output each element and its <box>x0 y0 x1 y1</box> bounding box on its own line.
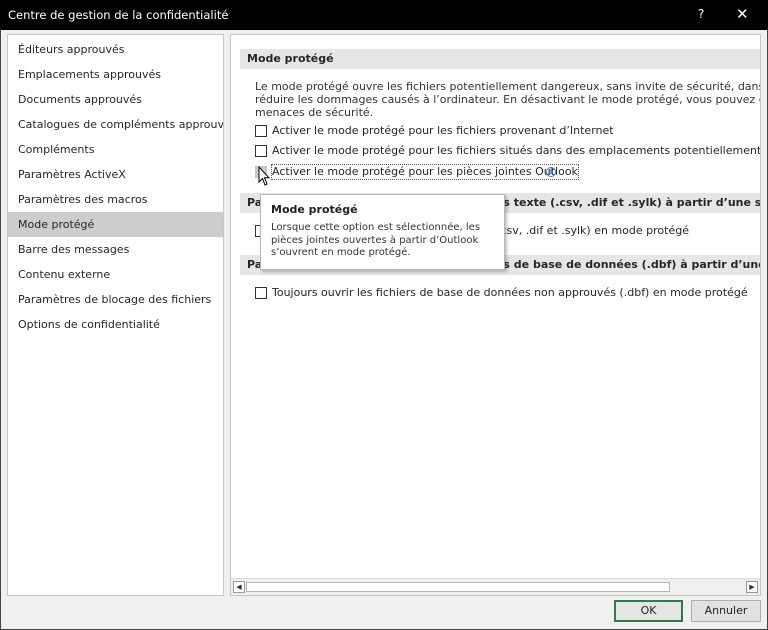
sidebar-item-protected-view[interactable]: Mode protégé <box>8 212 223 237</box>
dbf-header-suffix: rs de base de données (.dbf) à partir d’… <box>498 258 760 271</box>
tooltip-title: Mode protégé <box>271 203 358 216</box>
tooltip-line: s’ouvrent en mode protégé. <box>271 247 411 258</box>
dbf-files-label[interactable]: Toujours ouvrir les fichiers de base de … <box>272 286 748 300</box>
sidebar-item-file-block[interactable]: Paramètres de blocage des fichiers <box>8 287 223 312</box>
outlook-attachments-label[interactable]: Activer le mode protégé pour les pièces … <box>271 164 579 180</box>
description-line: réduire les dommages causés à l’ordinate… <box>255 93 760 106</box>
internet-files-checkbox[interactable] <box>255 125 267 137</box>
sidebar-item-message-bar[interactable]: Barre des messages <box>8 237 223 262</box>
description-line: Le mode protégé ouvre les fichiers poten… <box>255 80 760 93</box>
cancel-button[interactable]: Annuler <box>691 600 761 622</box>
sidebar-item-trusted-documents[interactable]: Documents approuvés <box>8 87 223 112</box>
window-title: Centre de gestion de la confidentialité <box>8 8 229 22</box>
outlook-attachments-text: Activer le mode protégé pour les pièces … <box>272 165 578 178</box>
mouse-pointer-icon <box>258 166 270 186</box>
text-files-header-suffix: rs texte (.csv, .dif et .sylk) à partir … <box>498 196 761 209</box>
sidebar-item-privacy-options[interactable]: Options de confidentialité <box>8 312 223 337</box>
ok-button[interactable]: OK <box>614 600 683 622</box>
scrollbar-thumb[interactable] <box>246 582 670 592</box>
sidebar-item-trusted-publishers[interactable]: Éditeurs approuvés <box>8 37 223 62</box>
text-files-label[interactable]: .csv, .dif et .sylk) en mode protégé <box>497 224 689 238</box>
close-icon[interactable]: ✕ <box>736 5 749 23</box>
horizontal-scrollbar[interactable]: ◀ ▶ <box>231 578 760 595</box>
protected-view-description: Le mode protégé ouvre les fichiers poten… <box>255 80 760 119</box>
help-icon[interactable]: ? <box>698 7 704 21</box>
section-header-protected-view: Mode protégé <box>240 49 760 69</box>
tooltip-body: Lorsque cette option est sélectionnée, l… <box>271 222 494 260</box>
sidebar-item-external-content[interactable]: Contenu externe <box>8 262 223 287</box>
internet-files-label[interactable]: Activer le mode protégé pour les fichier… <box>272 124 614 138</box>
scroll-left-icon[interactable]: ◀ <box>233 581 245 593</box>
sidebar-item-trusted-addin-catalogs[interactable]: Catalogues de compléments approuvés <box>8 112 223 137</box>
tooltip-line: Lorsque cette option est sélectionnée, l… <box>271 222 481 233</box>
settings-panel: Mode protégé Le mode protégé ouvre les f… <box>230 34 761 596</box>
sidebar-item-trusted-locations[interactable]: Emplacements approuvés <box>8 62 223 87</box>
unsafe-locations-label[interactable]: Activer le mode protégé pour les fichier… <box>272 144 761 158</box>
sidebar-item-macros[interactable]: Paramètres des macros <box>8 187 223 212</box>
tooltip: Mode protégé Lorsque cette option est sé… <box>260 194 505 270</box>
tooltip-line: pièces jointes ouvertes à partir d’Outlo… <box>271 234 479 246</box>
scroll-right-icon[interactable]: ▶ <box>746 581 758 593</box>
unsafe-locations-text: Activer le mode protégé pour les fichier… <box>272 144 761 157</box>
info-icon[interactable]: i <box>546 167 556 177</box>
dbf-files-checkbox[interactable] <box>255 287 267 299</box>
category-list: Éditeurs approuvés Emplacements approuvé… <box>7 34 224 596</box>
description-line: menaces de sécurité. <box>255 106 374 119</box>
sidebar-item-activex[interactable]: Paramètres ActiveX <box>8 162 223 187</box>
sidebar-item-addins[interactable]: Compléments <box>8 137 223 162</box>
unsafe-locations-checkbox[interactable] <box>255 145 267 157</box>
title-bar: Centre de gestion de la confidentialité … <box>0 0 768 30</box>
